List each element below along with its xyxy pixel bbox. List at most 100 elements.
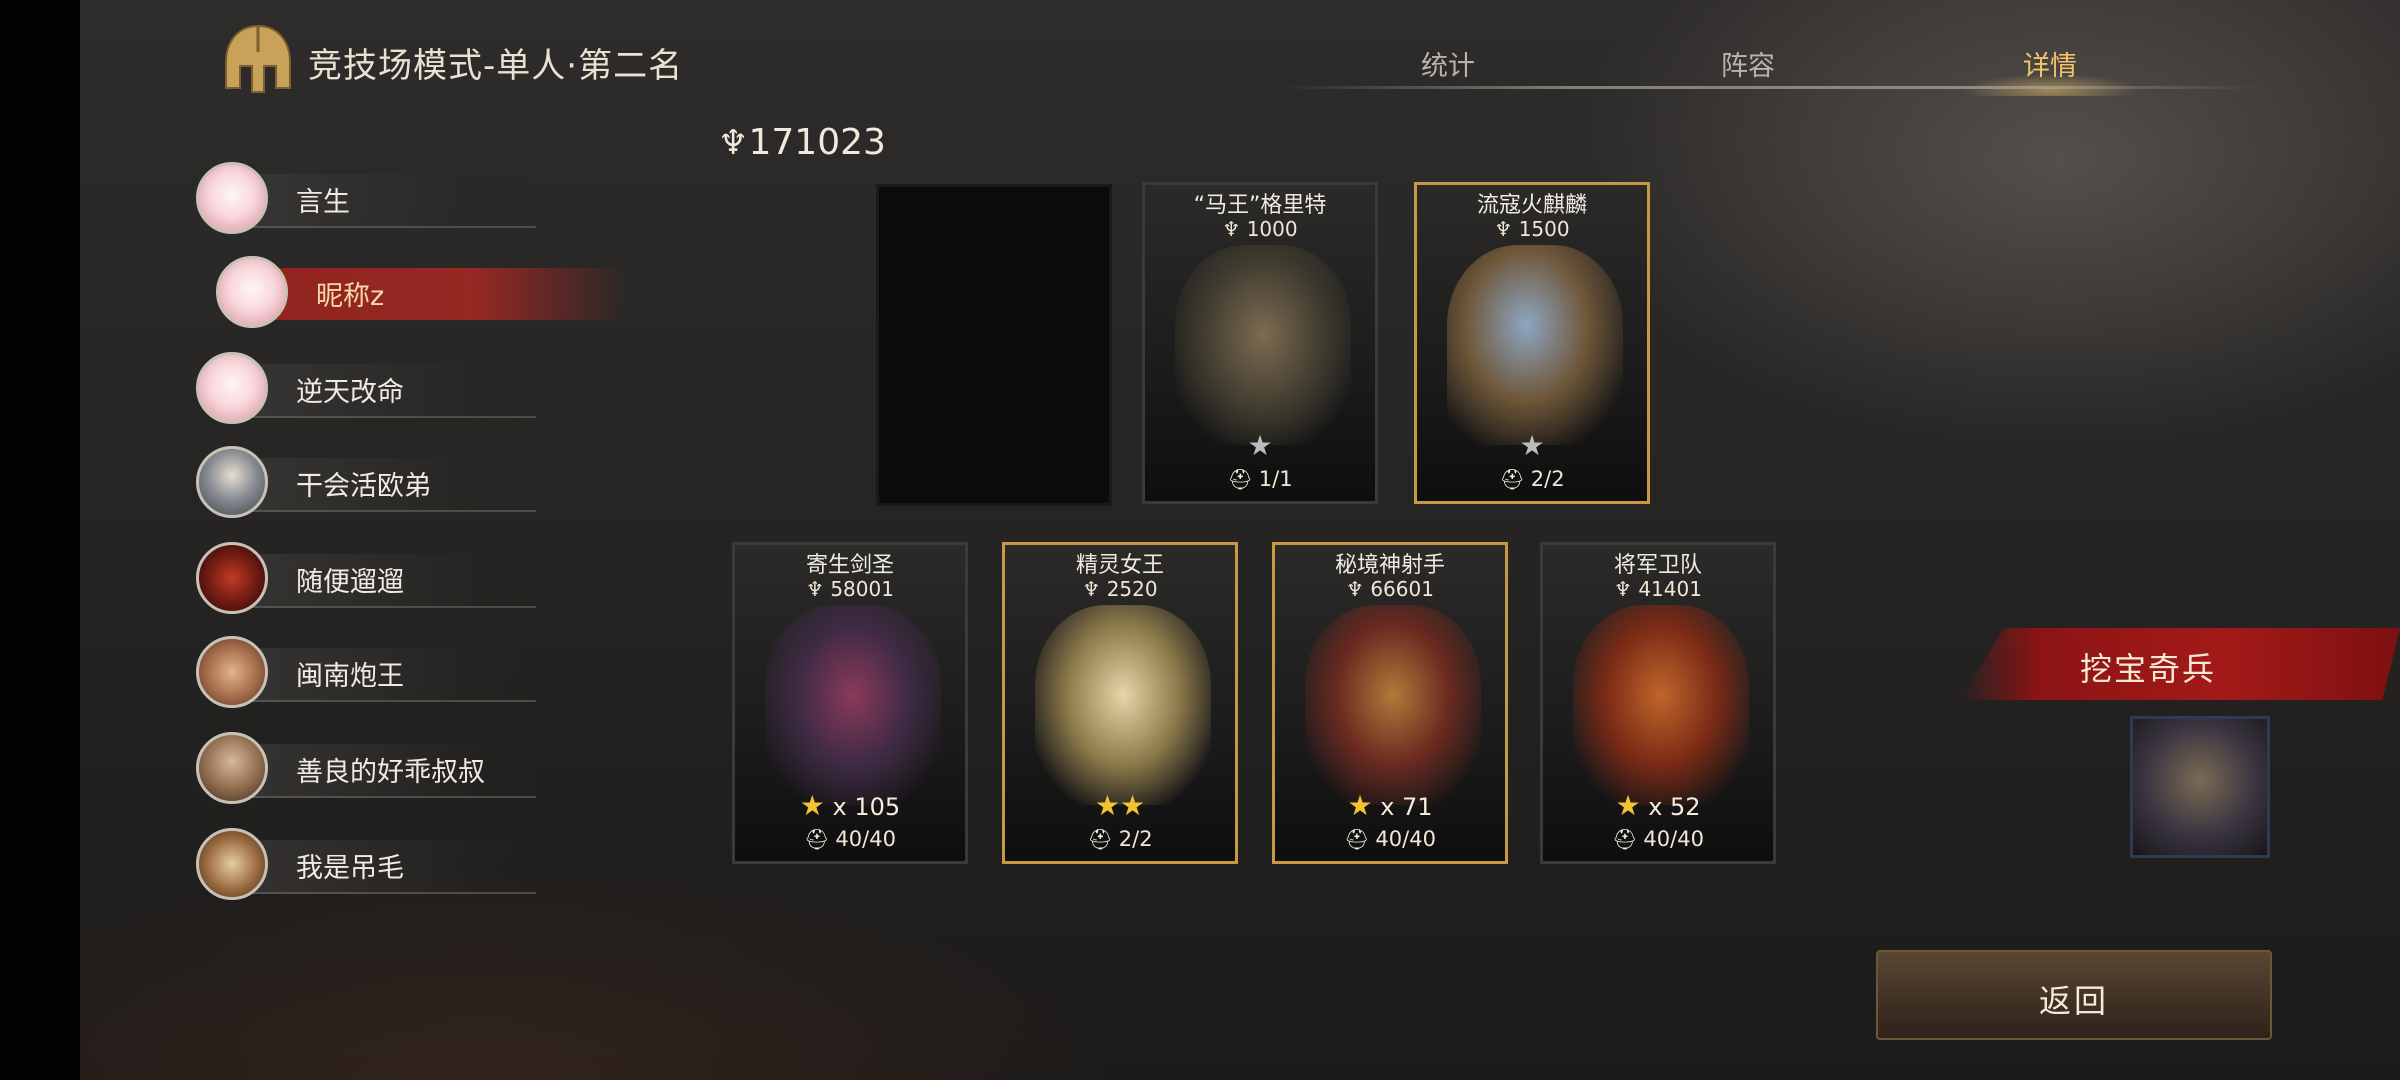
unit-name: 秘境神射手 <box>1334 553 1445 578</box>
tab-statistics[interactable]: 统计 <box>1378 44 1518 83</box>
star-rating: ★ <box>1145 429 1375 462</box>
grey-star-icon: ★ <box>1247 429 1273 462</box>
player-name: 随便遛遛 <box>296 567 404 598</box>
power-value: 171023 <box>748 122 886 163</box>
total-power: ♆171023 <box>718 122 886 163</box>
tab-underline <box>1280 86 2260 89</box>
pink-cake-avatar <box>216 256 288 328</box>
swordmaster-art <box>765 605 941 805</box>
unit-card[interactable]: 将军卫队 ♆ 41401 ★ x 52 ⛑ 40/40 <box>1540 542 1776 864</box>
player-name: 逆天改命 <box>296 377 404 408</box>
helmet-icon: ⛑ <box>1344 827 1370 851</box>
elf-avatar <box>196 446 268 518</box>
power-icon: ♆ <box>718 123 749 163</box>
unit-count-value: 40/40 <box>1375 827 1436 851</box>
treasure-item-portrait[interactable] <box>2130 716 2270 858</box>
player-item[interactable]: 善良的好乖叔叔 <box>196 730 556 810</box>
tab-lineup[interactable]: 阵容 <box>1678 44 1818 83</box>
unit-power: ♆ 41401 <box>1543 577 1773 601</box>
general-guard-art <box>1573 605 1749 805</box>
unit-power-value: 1000 <box>1246 217 1298 241</box>
unit-power: ♆ 58001 <box>735 577 965 601</box>
unit-power-value: 2520 <box>1106 577 1158 601</box>
player-name: 昵称z <box>316 281 385 312</box>
helmet-icon: ⛑ <box>1087 827 1113 851</box>
gold-star-icon: ★ <box>799 789 825 822</box>
power-icon: ♆ <box>1346 577 1364 601</box>
unit-count-value: 2/2 <box>1530 467 1565 491</box>
gold-star-icon: ★ <box>1094 789 1120 822</box>
unit-name: 将军卫队 <box>1613 553 1702 578</box>
star-rating: ★★ <box>1005 789 1235 822</box>
unit-power: ♆ 66601 <box>1275 577 1505 601</box>
star-count: x 105 <box>832 793 901 821</box>
game-screen: 竞技场模式-单人·第二名 统计 阵容 详情 言生 昵称z 逆天改命 干会活欧弟 <box>0 0 2400 1080</box>
horse-king-art <box>1175 245 1351 445</box>
star-rating: ★ <box>1417 429 1647 462</box>
star-rating: ★ x 52 <box>1543 789 1773 822</box>
tab-details[interactable]: 详情 <box>1980 44 2120 83</box>
player-item[interactable]: 我是吊毛 <box>196 826 556 906</box>
star-rating: ★ x 71 <box>1275 789 1505 822</box>
unit-name: “马王”格里特 <box>1193 193 1327 218</box>
helmet-icon: ⛑ <box>804 827 830 851</box>
pink-cake-avatar <box>196 162 268 234</box>
unit-card[interactable]: 秘境神射手 ♆ 66601 ★ x 71 ⛑ 40/40 <box>1272 542 1508 864</box>
pink-cake-avatar <box>196 352 268 424</box>
player-name: 闽南炮王 <box>296 661 404 692</box>
unit-name: 精灵女王 <box>1075 553 1164 578</box>
unit-count: ⛑ 2/2 <box>1005 827 1235 851</box>
player-item[interactable]: 闽南炮王 <box>196 634 556 714</box>
man-avatar <box>196 732 268 804</box>
power-icon: ♆ <box>806 577 824 601</box>
unit-card[interactable]: 流寇火麒麟 ♆ 1500 ★ ⛑ 2/2 <box>1414 182 1650 504</box>
unit-power-value: 58001 <box>830 577 894 601</box>
unit-power-value: 66601 <box>1370 577 1434 601</box>
helmet-icon: ⛑ <box>1612 827 1638 851</box>
helmet-icon: ⛑ <box>1499 467 1525 491</box>
spartan-helmet-icon <box>225 24 291 93</box>
elf-queen-art <box>1035 605 1211 805</box>
player-item[interactable]: 言生 <box>196 160 556 240</box>
grey-star-icon: ★ <box>1519 429 1545 462</box>
player-item-selected[interactable]: 昵称z <box>216 254 626 334</box>
unit-count: ⛑ 2/2 <box>1417 467 1647 491</box>
player-item[interactable]: 逆天改命 <box>196 350 556 430</box>
star-count: x 52 <box>1648 793 1701 821</box>
player-item[interactable]: 随便遛遛 <box>196 540 556 620</box>
archer-art <box>1305 605 1481 805</box>
unit-power-value: 1500 <box>1518 217 1570 241</box>
empty-card-slot <box>876 184 1112 506</box>
treasure-title: 挖宝奇兵 <box>2080 650 2217 688</box>
unit-card[interactable]: 精灵女王 ♆ 2520 ★★ ⛑ 2/2 <box>1002 542 1238 864</box>
unit-card[interactable]: 寄生剑圣 ♆ 58001 ★ x 105 ⛑ 40/40 <box>732 542 968 864</box>
gold-star-icon: ★ <box>1347 789 1373 822</box>
player-item[interactable]: 干会活欧弟 <box>196 444 556 524</box>
player-name: 我是吊毛 <box>296 853 404 884</box>
power-icon: ♆ <box>1614 577 1632 601</box>
unit-count: ⛑ 40/40 <box>735 827 965 851</box>
gold-star-icon: ★ <box>1120 789 1146 822</box>
star-count: x 71 <box>1380 793 1433 821</box>
warrior-avatar <box>196 828 268 900</box>
player-row-background <box>246 268 626 320</box>
unit-count: ⛑ 40/40 <box>1275 827 1505 851</box>
player-name: 言生 <box>296 187 350 218</box>
unit-count-value: 40/40 <box>1643 827 1704 851</box>
player-name: 善良的好乖叔叔 <box>296 757 485 788</box>
left-black-bar <box>0 0 80 1080</box>
unit-count: ⛑ 1/1 <box>1145 467 1375 491</box>
unit-count: ⛑ 40/40 <box>1543 827 1773 851</box>
page-title: 竞技场模式-单人·第二名 <box>308 46 684 86</box>
back-button-label: 返回 <box>2038 982 2109 1020</box>
star-rating: ★ x 105 <box>735 789 965 822</box>
power-icon: ♆ <box>1494 217 1513 241</box>
player-name: 干会活欧弟 <box>296 471 431 502</box>
demon-avatar <box>196 542 268 614</box>
unit-count-value: 1/1 <box>1258 467 1293 491</box>
back-button[interactable]: 返回 <box>1876 950 2272 1040</box>
unit-name: 寄生剑圣 <box>805 553 894 578</box>
unit-power-value: 41401 <box>1638 577 1702 601</box>
unit-name: 流寇火麒麟 <box>1476 193 1587 218</box>
unit-card[interactable]: “马王”格里特 ♆ 1000 ★ ⛑ 1/1 <box>1142 182 1378 504</box>
